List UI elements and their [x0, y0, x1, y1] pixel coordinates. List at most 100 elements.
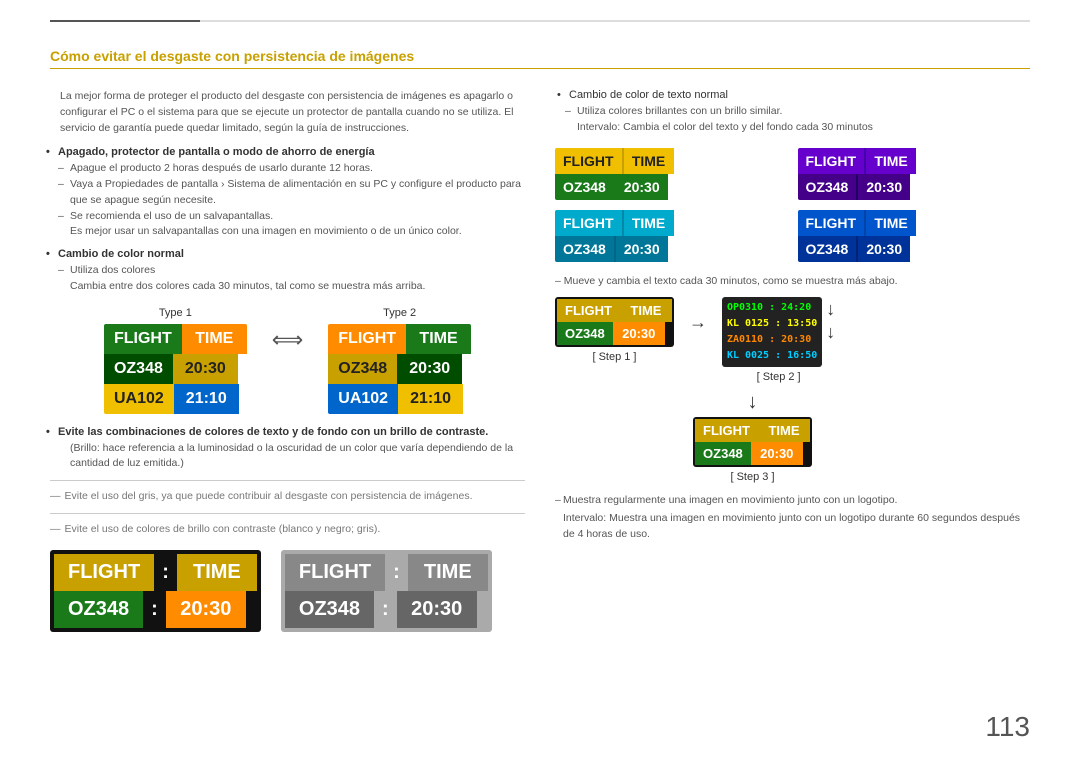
bullet-3-main: Evite las combinaciones de colores de te…	[50, 426, 525, 438]
step-arrow-right: →	[684, 297, 712, 333]
right-bullet-1-sub2: Intervalo: Cambia el color del texto y d…	[555, 120, 1030, 136]
s4-r2c1: OZ348	[798, 236, 857, 262]
color-samples-grid: FLIGHT TIME OZ348 20:30 FLIGHT TIME	[555, 148, 1030, 262]
step3-r2c2: 20:30	[751, 442, 803, 465]
intro-text: La mejor forma de proteger el producto d…	[50, 89, 525, 136]
sample-2: FLIGHT TIME OZ348 20:30	[798, 148, 1031, 200]
step3-board: FLIGHT TIME OZ348 20:30	[693, 417, 812, 467]
type1-label: Type 1	[104, 307, 247, 319]
type2-label: Type 2	[328, 307, 471, 319]
s2-r1c2: TIME	[864, 148, 916, 174]
type2-board: FLIGHT TIME OZ348 20:30 UA102 21:10	[328, 324, 471, 414]
bottom-note-2: Intervalo: Muestra una imagen en movimie…	[555, 511, 1030, 543]
left-column: La mejor forma de proteger el producto d…	[50, 89, 525, 632]
bullet-1-sub3b: Es mejor usar un salvapantallas con una …	[50, 224, 525, 240]
t1-r3c2: 21:10	[174, 384, 239, 414]
t1-r2c1: OZ348	[104, 354, 173, 384]
s1-r2c1: OZ348	[555, 174, 614, 200]
right-bottom-notes: Muestra regularmente una imagen en movim…	[555, 493, 1030, 542]
t2-r2c2: 20:30	[397, 354, 462, 384]
down-arrow-1: ↓	[826, 299, 835, 320]
s3-r2c1: OZ348	[555, 236, 614, 262]
bb1-r1sep: :	[154, 554, 177, 591]
t1-r1c1: FLIGHT	[104, 324, 182, 354]
bullet-3: Evite las combinaciones de colores de te…	[50, 426, 525, 473]
bullet-1-main: Apagado, protector de pantalla o modo de…	[50, 146, 525, 158]
s3-r2c2: 20:30	[614, 236, 668, 262]
s4-r1c2: TIME	[864, 210, 916, 236]
right-column: Cambio de color de texto normal Utiliza …	[555, 89, 1030, 632]
t2-r1c1: FLIGHT	[328, 324, 406, 354]
type1-block: Type 1 FLIGHT TIME OZ348 20:30 U	[104, 307, 247, 414]
step3-r1c1: FLIGHT	[695, 419, 758, 442]
bullet-2-main: Cambio de color normal	[50, 248, 525, 260]
step1-r2c2: 20:30	[613, 322, 665, 345]
s1-r1c2: TIME	[622, 148, 674, 174]
bb2-r1sep: :	[385, 554, 408, 591]
right-bullet-1-sub1: Utiliza colores brillantes con un brillo…	[555, 104, 1030, 120]
t1-r1c2: TIME	[182, 324, 247, 354]
step1-r1c1: FLIGHT	[557, 299, 620, 322]
bb1-r1c1: FLIGHT	[54, 554, 154, 591]
step2-line1: OP0310 : 24:20	[727, 300, 817, 316]
down-arrow-step3: ↓	[748, 391, 758, 414]
bottom-board-1: FLIGHT : TIME OZ348 : 20:30	[50, 550, 261, 632]
step1-block: FLIGHT TIME OZ348 20:30 [ Step 1 ]	[555, 297, 674, 363]
sample-3: FLIGHT TIME OZ348 20:30	[555, 210, 788, 262]
right-arrow-icon: →	[689, 312, 707, 332]
step3-section: ↓ FLIGHT TIME OZ348 20:30 [ Step 3 ]	[555, 391, 1030, 483]
s1-r1c1: FLIGHT	[555, 148, 622, 174]
type1-board: FLIGHT TIME OZ348 20:30 UA102 21:10	[104, 324, 247, 414]
note2: Evite el uso de colores de brillo con co…	[50, 522, 525, 538]
bullet-1: Apagado, protector de pantalla o modo de…	[50, 146, 525, 240]
right-bullet-1: Cambio de color de texto normal Utiliza …	[555, 89, 1030, 136]
step1-r2c1: OZ348	[557, 322, 613, 345]
step2-line2: KL 0125 : 13:50	[727, 316, 817, 332]
t2-r3c1: UA102	[328, 384, 398, 414]
page-number: 113	[985, 711, 1030, 743]
s1-r2c2: 20:30	[614, 174, 668, 200]
bullet-1-sub3: Se recomienda el uso de un salvapantalla…	[50, 209, 525, 225]
s2-r1c1: FLIGHT	[798, 148, 865, 174]
t2-r2c1: OZ348	[328, 354, 397, 384]
types-section: Type 1 FLIGHT TIME OZ348 20:30 U	[50, 307, 525, 414]
section-title: Cómo evitar el desgaste con persistencia…	[50, 48, 1030, 69]
s4-r1c1: FLIGHT	[798, 210, 865, 236]
bottom-board-2: FLIGHT : TIME OZ348 : 20:30	[281, 550, 492, 632]
t1-r2c2: 20:30	[173, 354, 238, 384]
steps-wrapper: FLIGHT TIME OZ348 20:30 [ Step 1 ] →	[555, 297, 1030, 383]
step2-line3: ZA0110 : 20:30	[727, 332, 817, 348]
bullet-1-sub1: Apague el producto 2 horas después de us…	[50, 161, 525, 177]
bb2-r1c2: TIME	[408, 554, 488, 591]
s4-r2c2: 20:30	[856, 236, 910, 262]
bb2-r2c2: 20:30	[397, 591, 477, 628]
step1-r1c2: TIME	[620, 299, 672, 322]
bb1-r2c2: 20:30	[166, 591, 246, 628]
step3-r2c1: OZ348	[695, 442, 751, 465]
down-arrow-2: ↓	[826, 322, 835, 343]
bullet-2: Cambio de color normal Utiliza dos color…	[50, 248, 525, 295]
s3-r1c2: TIME	[622, 210, 674, 236]
step2-line4: KL 0025 : 16:50	[727, 348, 817, 364]
bb2-r1c1: FLIGHT	[285, 554, 385, 591]
bb1-r2c1: OZ348	[54, 591, 143, 628]
bullet-1-sub2: Vaya a Propiedades de pantalla › Sistema…	[50, 177, 525, 209]
s2-r2c2: 20:30	[856, 174, 910, 200]
move-note: – Mueve y cambia el texto cada 30 minuto…	[555, 274, 1030, 290]
page: Cómo evitar el desgaste con persistencia…	[0, 0, 1080, 763]
step2-block: OP0310 : 24:20 KL 0125 : 13:50 ZA0110 : …	[722, 297, 835, 383]
bullet-3-sub1: (Brillo: hace referencia a la luminosida…	[50, 441, 525, 473]
bb2-r2c1: OZ348	[285, 591, 374, 628]
step2-arrows: ↓ ↓	[826, 297, 835, 343]
step2-scroll-board: OP0310 : 24:20 KL 0125 : 13:50 ZA0110 : …	[722, 297, 822, 367]
type2-block: Type 2 FLIGHT TIME OZ348 20:30 U	[328, 307, 471, 414]
bottom-note-1: Muestra regularmente una imagen en movim…	[555, 493, 1030, 509]
step2-label: [ Step 2 ]	[757, 371, 801, 383]
step1-label: [ Step 1 ]	[592, 351, 636, 363]
bb2-r2sep: :	[374, 591, 397, 628]
s2-r2c1: OZ348	[798, 174, 857, 200]
bullet-2-sub1: Utiliza dos colores	[50, 263, 525, 279]
note1: Evite el uso del gris, ya que puede cont…	[50, 489, 525, 505]
t1-r3c1: UA102	[104, 384, 174, 414]
step3-label: [ Step 3 ]	[730, 471, 774, 483]
